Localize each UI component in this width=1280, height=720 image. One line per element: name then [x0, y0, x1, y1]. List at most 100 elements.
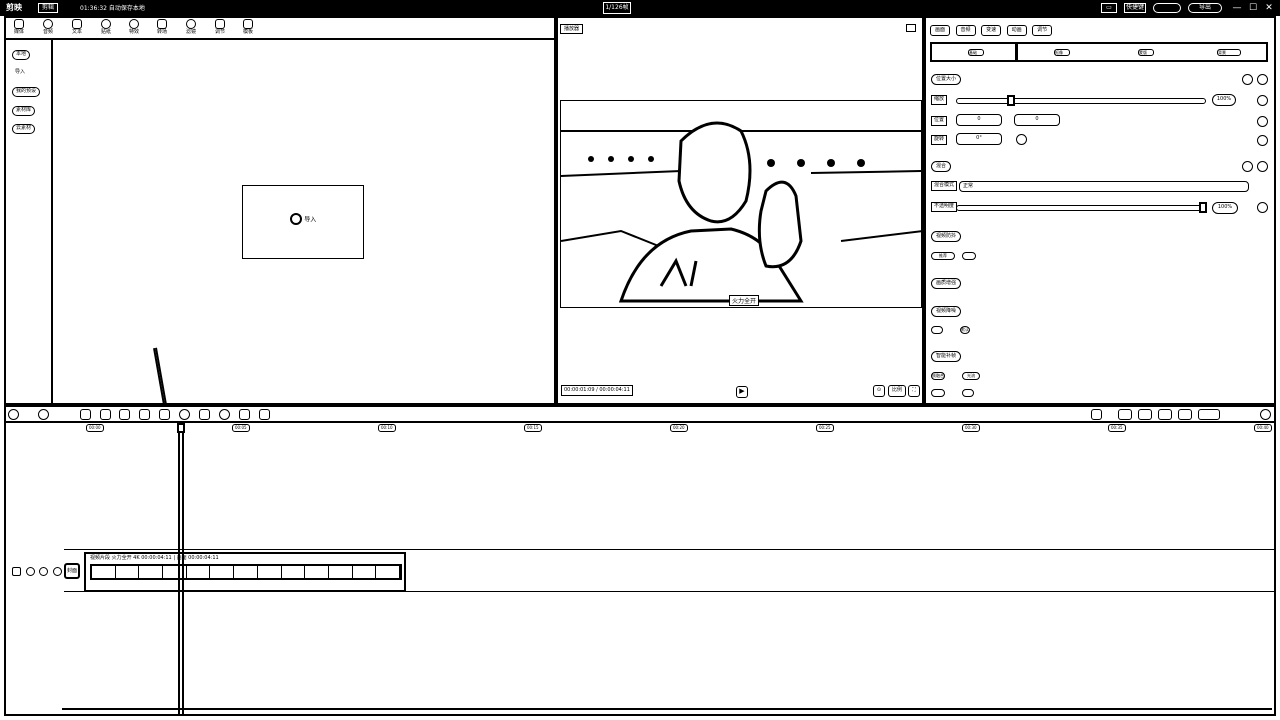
- smart-frames-dropdown[interactable]: [962, 389, 974, 397]
- smart-frames-option-b[interactable]: 光流: [962, 372, 980, 380]
- blend-keyframe-icon[interactable]: [1257, 161, 1268, 172]
- playhead[interactable]: [178, 421, 184, 714]
- tab-audio[interactable]: 音频: [955, 25, 976, 36]
- tab-animation[interactable]: 动画: [1006, 25, 1027, 36]
- import-dropzone[interactable]: 导入: [242, 185, 364, 259]
- tool-dropdown-icon[interactable]: [22, 409, 33, 420]
- timeline-scrollbar[interactable]: [62, 708, 1272, 711]
- tool-audio[interactable]: 音频: [37, 19, 59, 38]
- keyframe-icon[interactable]: [1257, 74, 1268, 85]
- sidebar-item-presets[interactable]: 我的预设: [12, 87, 41, 97]
- rotate-input[interactable]: 0°: [956, 133, 1002, 145]
- section-smart-frames[interactable]: 智能补帧: [931, 351, 962, 362]
- tab-adjust[interactable]: 调节: [1032, 25, 1053, 36]
- segment-cutout[interactable]: 抠像: [1054, 49, 1070, 56]
- close-icon[interactable]: ✕: [1262, 2, 1276, 14]
- track-visibility-icon[interactable]: [25, 567, 35, 576]
- tab-speed[interactable]: 变速: [981, 25, 1002, 36]
- undo-icon[interactable]: [38, 409, 49, 420]
- section-blend[interactable]: 混合: [931, 161, 952, 172]
- scale-value[interactable]: 100%: [1212, 94, 1236, 106]
- video-clip[interactable]: 视频片段 火力全开 4K 00:00:04:11 | 画面 00:00:04:1…: [84, 552, 406, 592]
- tool-template[interactable]: 模板: [237, 19, 259, 38]
- section-enhance[interactable]: 画质增强: [931, 278, 962, 289]
- track-lock-icon[interactable]: [12, 567, 21, 576]
- segment-basic[interactable]: 基础: [968, 49, 984, 56]
- tool-effects[interactable]: 特效: [123, 19, 145, 38]
- position-y-input[interactable]: 0: [1014, 114, 1060, 126]
- scale-slider-knob[interactable]: [1007, 95, 1015, 106]
- blend-reset-icon[interactable]: [1242, 161, 1253, 172]
- rotate-keyframe-icon[interactable]: [1257, 135, 1268, 146]
- opacity-value[interactable]: 100%: [1212, 202, 1238, 214]
- section-stabilize[interactable]: 视频防抖: [931, 231, 962, 242]
- scale-keyframe-icon[interactable]: [1257, 95, 1268, 106]
- freeze-icon[interactable]: [159, 409, 170, 420]
- linkage-icon[interactable]: [1158, 409, 1172, 420]
- segment-mask[interactable]: 蒙版: [1138, 49, 1154, 56]
- time-ruler[interactable]: 00:00 00:05 00:10 00:15 00:20 00:25 00:3…: [6, 423, 1274, 433]
- shortcuts-button[interactable]: 快捷键: [1124, 3, 1146, 13]
- rotate-icon[interactable]: [1016, 134, 1027, 145]
- split-right-icon[interactable]: [119, 409, 130, 420]
- mic-icon[interactable]: [1091, 409, 1102, 420]
- player-menu-icon[interactable]: [906, 24, 916, 32]
- opacity-keyframe-icon[interactable]: [1257, 202, 1268, 213]
- smart-frames-option-a[interactable]: 帧融合: [931, 372, 945, 380]
- sidebar-item-cloud[interactable]: 云素材: [12, 124, 36, 134]
- maximize-icon[interactable]: ☐: [1246, 2, 1260, 14]
- aspect-ratio-button[interactable]: 比例: [888, 385, 906, 397]
- split-icon[interactable]: [80, 409, 91, 420]
- main-track-magnet-icon[interactable]: [1118, 409, 1132, 420]
- section-denoise[interactable]: 视频降噪: [931, 306, 962, 317]
- stabilize-dropdown[interactable]: [962, 252, 976, 260]
- rotate-tool-icon[interactable]: [219, 409, 230, 420]
- denoise-option[interactable]: 默认: [960, 326, 970, 334]
- delete-icon[interactable]: [139, 409, 150, 420]
- import-button[interactable]: 导入: [283, 213, 323, 233]
- blend-mode-select[interactable]: 正常: [959, 181, 1249, 192]
- auto-snap-icon[interactable]: [1138, 409, 1152, 420]
- tool-sticker[interactable]: 贴纸: [95, 19, 117, 38]
- crop-icon[interactable]: [239, 409, 250, 420]
- split-left-icon[interactable]: [100, 409, 111, 420]
- play-button[interactable]: ▶: [736, 386, 748, 398]
- preview-axis-icon[interactable]: [1178, 409, 1192, 420]
- sidebar-item-local[interactable]: 本地: [12, 50, 31, 60]
- track-more-icon[interactable]: [52, 567, 62, 576]
- segment-background[interactable]: 背景: [1217, 49, 1241, 56]
- stabilize-option[interactable]: 推荐: [931, 252, 955, 260]
- smart-frames-toggle[interactable]: [931, 389, 945, 397]
- tool-media[interactable]: 媒体: [8, 19, 30, 38]
- tool-adjust[interactable]: 调节: [209, 19, 231, 38]
- export-button[interactable]: 导出: [1188, 3, 1222, 13]
- timeline-settings-icon[interactable]: [1260, 409, 1271, 420]
- mirror-icon[interactable]: [199, 409, 210, 420]
- track-mute-icon[interactable]: [39, 567, 49, 576]
- auto-icon[interactable]: [259, 409, 270, 420]
- select-tool-icon[interactable]: [8, 409, 19, 420]
- minimize-icon[interactable]: —: [1230, 2, 1244, 14]
- fullscreen-icon[interactable]: ⛶: [908, 385, 920, 397]
- fullscreen-zoom-icon[interactable]: ⊙: [873, 385, 885, 397]
- sidebar-item-library[interactable]: 素材库: [12, 106, 36, 116]
- sidebar-item-import[interactable]: 导入: [12, 69, 28, 79]
- tool-filter[interactable]: 滤镜: [180, 19, 202, 38]
- tool-text[interactable]: 文本: [66, 19, 88, 38]
- zoom-slider-icon[interactable]: [1198, 409, 1220, 420]
- position-keyframe-icon[interactable]: [1257, 116, 1268, 127]
- project-title[interactable]: 1/126帧: [603, 2, 631, 14]
- section-position-size[interactable]: 位置大小: [931, 74, 962, 85]
- opacity-slider[interactable]: [956, 202, 1207, 213]
- playhead-handle[interactable]: [177, 423, 185, 433]
- tool-transition[interactable]: 转场: [151, 19, 173, 38]
- layout-button[interactable]: ▭: [1101, 3, 1117, 13]
- scale-slider[interactable]: [956, 95, 1206, 106]
- reverse-icon[interactable]: [179, 409, 190, 420]
- reset-icon[interactable]: [1242, 74, 1253, 85]
- share-button[interactable]: [1153, 3, 1181, 13]
- cover-button[interactable]: 封面: [64, 563, 80, 579]
- denoise-toggle[interactable]: [931, 326, 943, 334]
- position-x-input[interactable]: 0: [956, 114, 1002, 126]
- opacity-slider-knob[interactable]: [1199, 202, 1207, 213]
